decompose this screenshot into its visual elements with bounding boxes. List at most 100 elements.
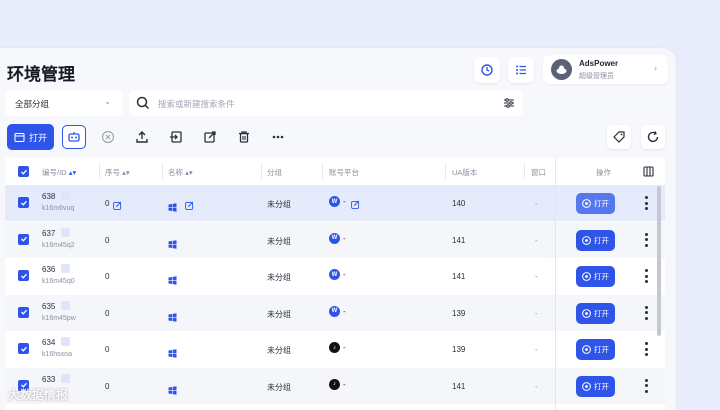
row-more-button[interactable] [644, 305, 648, 320]
table-row[interactable]: 638 k16m6vuq 0 未分组 W - 140 - 打开 [5, 185, 665, 221]
windows-icon [168, 312, 177, 322]
profile-ua: 140 [452, 199, 466, 208]
profile-ua: 141 [452, 381, 466, 391]
row-more-button[interactable] [644, 378, 648, 393]
edit-icon[interactable] [351, 200, 360, 209]
row-checkbox[interactable] [18, 306, 29, 318]
robot-icon [68, 132, 80, 142]
row-more-button[interactable] [644, 196, 648, 210]
platform-account: - [343, 306, 346, 316]
column-header-id[interactable]: 编号/ID ▴▾ [42, 167, 76, 178]
filter-settings-icon[interactable] [503, 97, 515, 109]
row-open-button[interactable]: 打开 [576, 193, 615, 214]
share-icon [204, 131, 216, 143]
select-all-checkbox[interactable] [18, 166, 29, 177]
row-open-button[interactable]: 打开 [576, 229, 615, 251]
row-checkbox[interactable] [18, 343, 29, 354]
check-icon [20, 200, 27, 206]
more-actions-button[interactable] [266, 125, 290, 149]
row-open-button[interactable]: 打开 [576, 266, 615, 287]
column-header-name[interactable]: 名称 ▴▾ [168, 167, 193, 178]
row-checkbox[interactable] [18, 197, 29, 208]
windows-icon [168, 203, 177, 212]
robot-button[interactable] [62, 125, 86, 149]
table-row[interactable]: 635 k16m45pw 0 未分组 W - 139 - 打开 [5, 294, 665, 331]
column-header-platform[interactable]: 账号平台 [329, 167, 359, 178]
row-open-button[interactable]: 打开 [576, 339, 615, 360]
table-row[interactable]: 634 k16hsxoa 0 未分组 ♪ - 139 - 打开 [5, 331, 665, 367]
row-more-button[interactable] [644, 232, 648, 247]
upload-button[interactable] [130, 125, 154, 149]
share-button[interactable] [198, 125, 222, 149]
platform-icon: ♪ [329, 342, 340, 353]
column-header-window[interactable]: 窗口 [531, 167, 555, 178]
row-open-label: 打开 [594, 272, 609, 281]
row-open-button[interactable]: 打开 [576, 375, 615, 397]
vertical-scrollbar[interactable] [657, 186, 661, 336]
row-checkbox[interactable] [18, 233, 29, 245]
row-open-button[interactable]: 打开 [576, 302, 615, 324]
row-more-button[interactable] [644, 342, 648, 356]
column-header-seq[interactable]: 序号 ▴▾ [105, 167, 130, 178]
delete-button[interactable] [232, 125, 256, 149]
upload-icon [136, 131, 148, 143]
windows-icon [168, 276, 177, 285]
column-settings-icon[interactable] [643, 166, 654, 177]
row-more-button[interactable] [644, 269, 648, 283]
profile-badge-icon [61, 264, 70, 273]
close-browser-button[interactable] [96, 125, 120, 149]
profile-id: k16m45q0 [42, 278, 75, 285]
profile-seq: 0 [105, 199, 110, 208]
trash-icon [239, 131, 249, 143]
profile-window: - [535, 381, 538, 391]
open-button[interactable]: 打开 [7, 124, 54, 150]
column-header-group[interactable]: 分组 [267, 167, 282, 178]
user-avatar-icon [556, 65, 567, 74]
profile-group: 未分组 [267, 309, 291, 319]
chrome-icon [582, 272, 591, 281]
chrome-icon [582, 381, 591, 391]
table-row[interactable]: 637 k16m45q2 0 未分组 W - 141 - 打开 [5, 221, 665, 258]
windows-icon [168, 239, 177, 249]
tag-button[interactable] [607, 125, 631, 149]
edit-icon[interactable] [185, 201, 194, 210]
refresh-button[interactable] [641, 125, 665, 149]
row-checkbox[interactable] [18, 270, 29, 281]
browser-window-icon [14, 132, 25, 142]
sync-button[interactable] [474, 57, 500, 83]
table-row[interactable]: 636 k16m45q0 0 未分组 W - 141 - 打开 [5, 258, 665, 294]
check-icon [20, 346, 27, 352]
profile-seq: 0 [105, 235, 110, 245]
group-select[interactable]: 全部分组 ⌄ [5, 90, 123, 116]
user-role: 超级管理员 [579, 73, 614, 80]
row-open-label: 打开 [594, 308, 609, 318]
profile-seq: 0 [105, 381, 110, 391]
sync-icon [481, 64, 493, 76]
profile-badge-icon [61, 227, 70, 237]
profile-ua: 139 [452, 308, 466, 318]
profile-ua: 141 [452, 272, 466, 281]
user-card[interactable]: AdsPower 超级管理员 › [543, 55, 668, 84]
profile-number: 633 [42, 374, 56, 384]
platform-icon: W [329, 196, 340, 207]
table-header: 编号/ID ▴▾ 序号 ▴▾ 名称 ▴▾ 分组 账号平台 UA版本 窗口 操作 [5, 158, 665, 185]
check-icon [20, 309, 27, 315]
table-row[interactable]: 633 0 未分组 ♪ - 141 - 打开 [5, 367, 665, 404]
column-header-ua[interactable]: UA版本 [452, 167, 477, 178]
profile-window: - [535, 235, 538, 245]
chrome-icon [582, 199, 591, 208]
tag-icon [613, 131, 625, 143]
move-to-button[interactable] [164, 125, 188, 149]
chrome-icon [582, 345, 591, 354]
profile-group: 未分组 [267, 200, 291, 209]
edit-icon[interactable] [113, 201, 122, 210]
row-open-label: 打开 [594, 235, 609, 245]
search-input[interactable]: 搜索或新建搜索条件 [129, 90, 523, 116]
search-placeholder: 搜索或新建搜索条件 [158, 99, 235, 109]
profile-window: - [535, 345, 538, 354]
profile-badge-icon [61, 373, 70, 383]
platform-icon: W [329, 269, 340, 280]
profile-number: 634 [42, 338, 56, 347]
profile-badge-icon [61, 191, 70, 200]
task-list-button[interactable] [508, 57, 534, 83]
